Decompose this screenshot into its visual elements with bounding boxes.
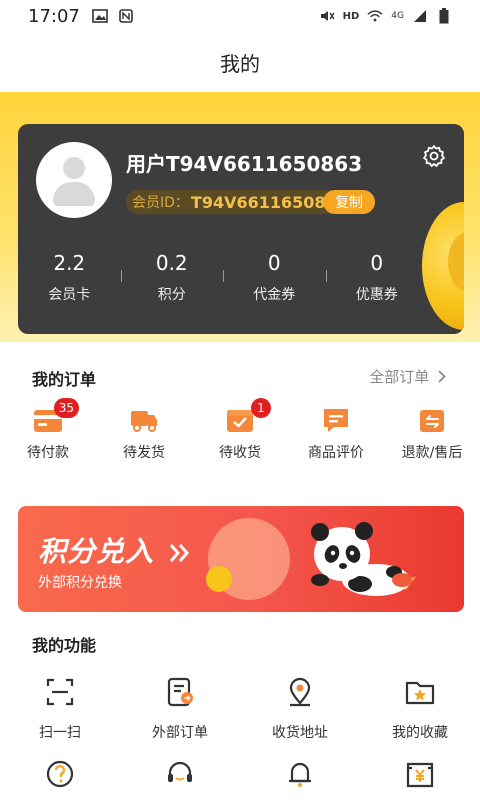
coupon-icon <box>404 758 436 790</box>
stat-voucher[interactable]: 0 代金券 <box>223 250 326 310</box>
coin-decoration-icon <box>422 202 464 330</box>
func-label: 我的收藏 <box>392 725 448 741</box>
all-orders-link[interactable]: 全部订单 <box>369 366 446 387</box>
hd-indicator: HD <box>342 10 360 22</box>
refund-icon <box>417 406 447 434</box>
chevron-right-icon <box>438 369 446 387</box>
banner-title: 积分兑入 <box>38 530 191 570</box>
stat-divider <box>223 270 224 282</box>
orders-title: 我的订单 <box>32 370 97 389</box>
badge-count: 35 <box>53 398 79 418</box>
wifi-icon <box>367 8 383 24</box>
nfc-icon <box>118 8 134 24</box>
stat-value: 2.2 <box>53 251 86 275</box>
app-header: 我的 <box>0 34 480 92</box>
func-label: 外部订单 <box>152 725 208 741</box>
location-icon <box>284 676 316 708</box>
stat-label: 会员卡 <box>48 287 91 303</box>
stat-points[interactable]: 0.2 积分 <box>120 250 224 310</box>
external-order-icon <box>164 676 196 708</box>
battery-icon <box>436 8 452 24</box>
order-review[interactable]: 商品评价 <box>288 406 384 462</box>
functions-title: 我的功能 <box>32 636 97 655</box>
customer-service-icon <box>164 758 196 790</box>
func-label: 收货地址 <box>272 725 328 741</box>
func-help[interactable] <box>0 758 120 790</box>
signal-icon <box>412 8 428 24</box>
scan-icon <box>44 676 76 708</box>
all-orders-label: 全部订单 <box>369 368 430 386</box>
banner-subtitle: 外部积分兑换 <box>38 575 122 591</box>
banner-area: 积分兑入 外部积分兑换 <box>0 482 480 622</box>
order-label: 待付款 <box>27 445 69 461</box>
coin-inner <box>448 232 464 292</box>
member-card: 用户T94V6611650863 会员ID： T94V6611650863 复制… <box>18 124 464 334</box>
avatar-body <box>53 182 95 206</box>
func-scan[interactable]: 扫一扫 <box>0 676 120 742</box>
wallet-icon: 35 <box>33 398 79 434</box>
mute-icon <box>319 8 335 24</box>
copy-button[interactable]: 复制 <box>323 190 375 214</box>
func-external-orders[interactable]: 外部订单 <box>120 676 240 742</box>
help-icon <box>44 758 76 790</box>
orders-row: 35 待付款 待发货 1 待收货 商品评价 退款/售后 <box>0 398 480 462</box>
order-refund[interactable]: 退款/售后 <box>384 406 480 462</box>
bell-icon <box>284 758 316 790</box>
status-time: 17:07 <box>28 6 80 27</box>
func-customer-service[interactable] <box>120 758 240 790</box>
functions-grid: 扫一扫 外部订单 收货地址 我的收藏 <box>0 676 480 790</box>
order-pending-payment[interactable]: 35 待付款 <box>0 398 96 462</box>
box-check-icon: 1 <box>225 398 271 434</box>
stat-label: 代金券 <box>253 287 296 303</box>
func-coupons[interactable] <box>360 758 480 790</box>
stat-value: 0 <box>370 251 384 275</box>
stat-value: 0.2 <box>155 251 188 275</box>
truck-icon <box>129 406 159 434</box>
member-id-pill: 会员ID： T94V6611650863 <box>126 190 356 214</box>
comment-icon <box>321 406 351 434</box>
order-label: 待收货 <box>219 445 261 461</box>
status-left-icons <box>92 8 134 24</box>
order-pending-receipt[interactable]: 1 待收货 <box>192 398 288 462</box>
stat-coupon[interactable]: 0 优惠券 <box>325 250 429 310</box>
stat-label: 优惠券 <box>355 287 398 303</box>
avatar-head <box>63 157 85 179</box>
page-title: 我的 <box>220 52 260 76</box>
points-exchange-banner[interactable]: 积分兑入 外部积分兑换 <box>18 506 464 612</box>
user-name: 用户T94V6611650863 <box>126 152 363 176</box>
coin-icon <box>206 566 232 592</box>
favorite-folder-icon <box>404 676 436 708</box>
card-stats: 2.2 会员卡 0.2 积分 0 代金券 0 优惠券 <box>18 250 428 310</box>
stat-divider <box>120 270 122 282</box>
func-label: 扫一扫 <box>39 725 81 741</box>
gear-icon[interactable] <box>422 144 446 168</box>
status-right-icons: HD 4G <box>319 8 452 24</box>
stat-divider <box>325 270 327 282</box>
badge-count: 1 <box>251 398 271 418</box>
member-id-label: 会员ID： <box>132 195 189 211</box>
double-chevron-icon <box>169 537 191 570</box>
panda-illustration-icon <box>311 522 416 596</box>
avatar[interactable] <box>36 142 112 218</box>
status-bar: 17:07 HD 4G <box>0 0 480 34</box>
signal-type: 4G <box>391 11 404 21</box>
func-notifications[interactable] <box>240 758 360 790</box>
stat-label: 积分 <box>157 287 186 303</box>
func-favorites[interactable]: 我的收藏 <box>360 676 480 742</box>
gallery-icon <box>92 8 108 24</box>
order-label: 商品评价 <box>308 445 364 461</box>
stat-value: 0 <box>267 251 281 275</box>
banner-title-text: 积分兑入 <box>38 535 155 568</box>
func-address[interactable]: 收货地址 <box>240 676 360 742</box>
order-label: 退款/售后 <box>401 445 463 461</box>
orders-section: 我的订单 全部订单 35 待付款 待发货 1 待收货 商品评价 退款/售后 <box>0 342 480 482</box>
order-label: 待发货 <box>123 445 165 461</box>
functions-section: 我的功能 扫一扫 外部订单 收货地址 我的收藏 <box>0 622 480 800</box>
stat-member-card[interactable]: 2.2 会员卡 <box>18 250 121 310</box>
order-pending-shipment[interactable]: 待发货 <box>96 406 192 462</box>
